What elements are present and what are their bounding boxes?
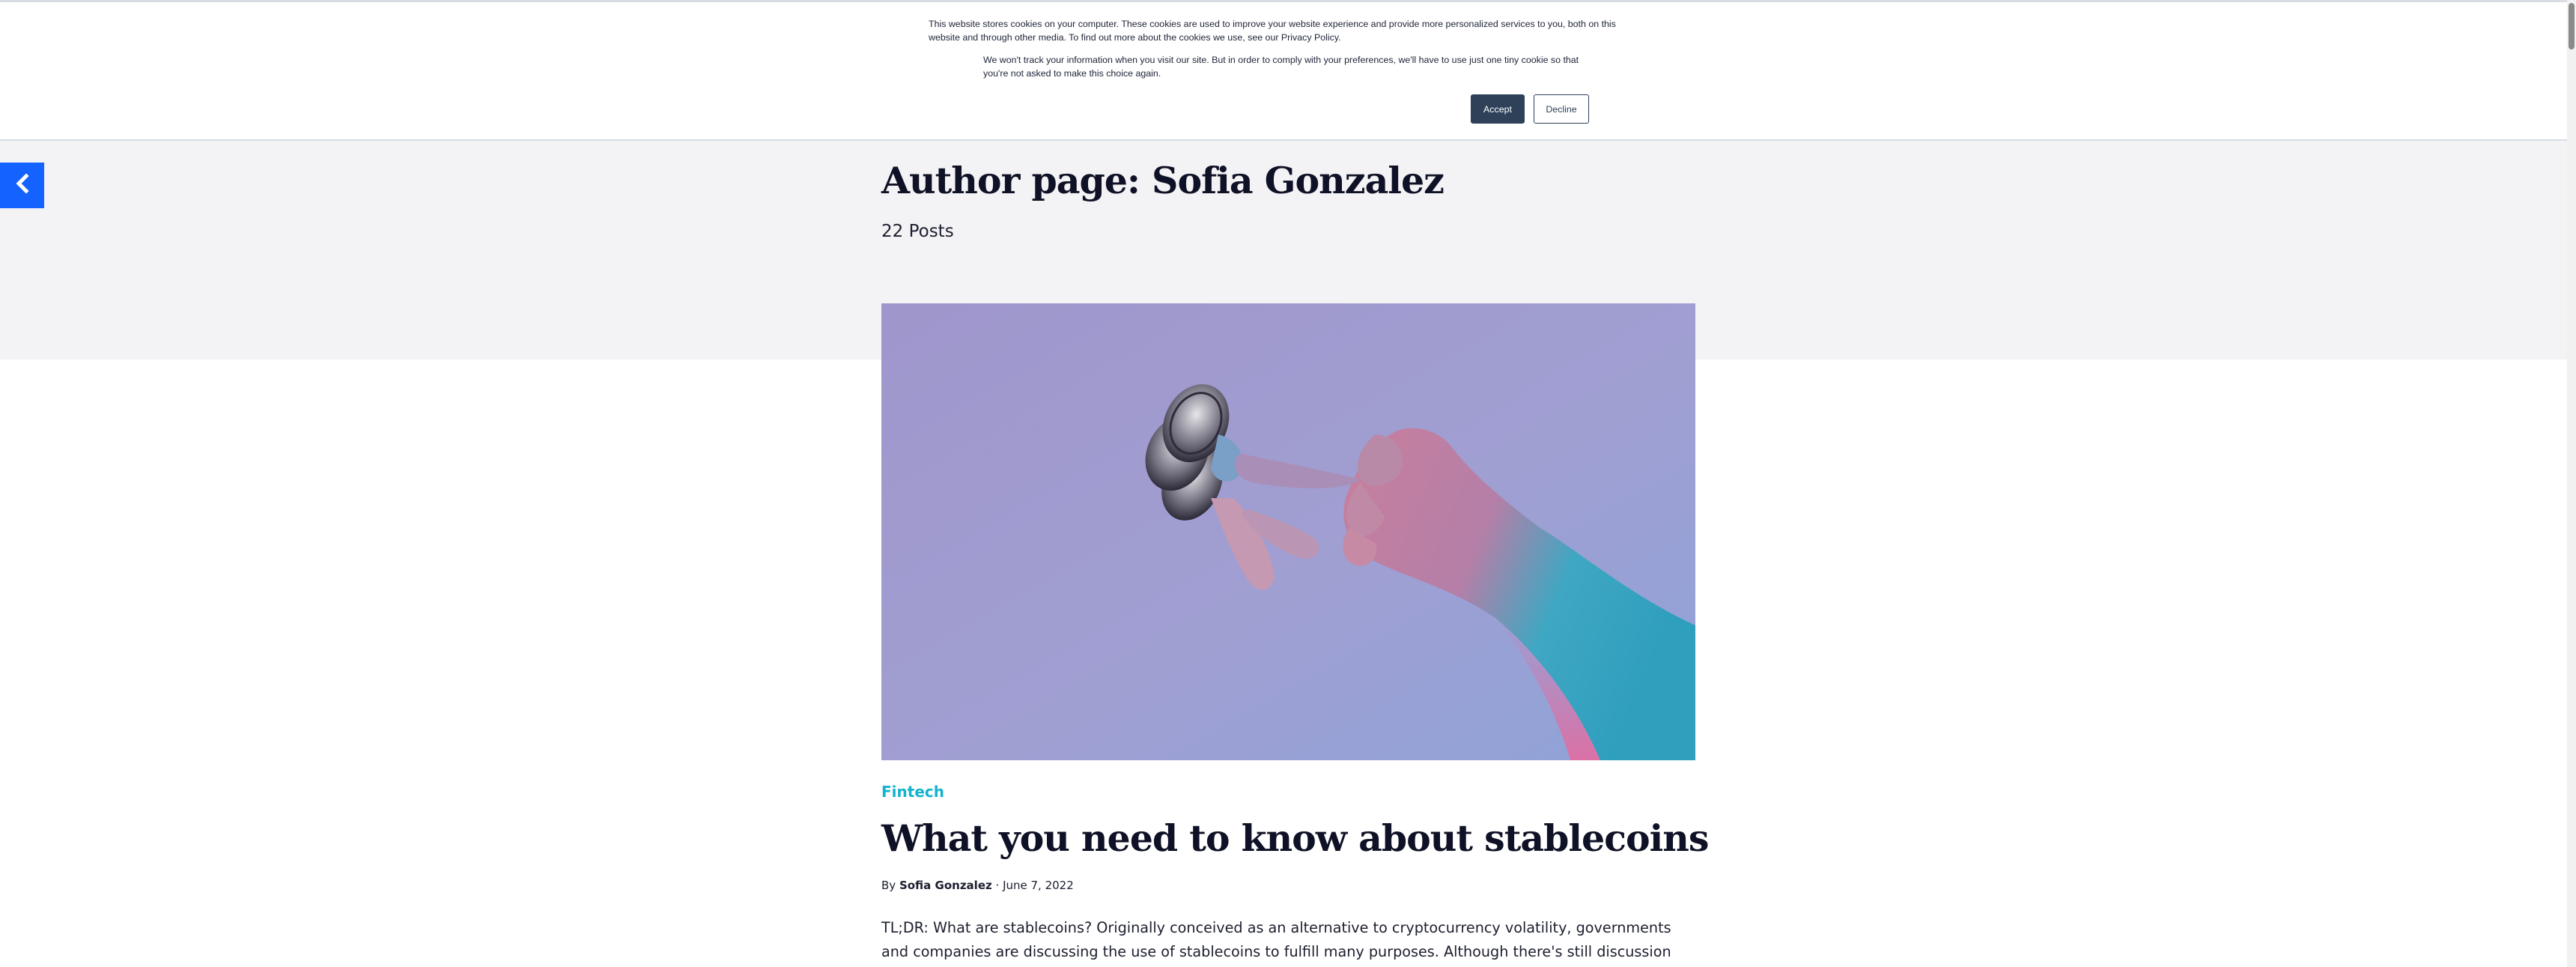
post-count: 22 Posts <box>881 222 954 241</box>
category-link[interactable]: Fintech <box>881 783 944 801</box>
cookie-notice-text: This website stores cookies on your comp… <box>929 19 1616 43</box>
cookie-banner: This website stores cookies on your comp… <box>0 0 2576 141</box>
page: This website stores cookies on your comp… <box>0 0 2576 967</box>
back-button[interactable] <box>0 163 44 208</box>
post-date: June 7, 2022 <box>1003 879 1074 892</box>
scrollbar[interactable] <box>2567 0 2576 967</box>
page-title: Author page: Sofia Gonzalez <box>881 159 1445 202</box>
post-featured-image[interactable] <box>881 303 1695 760</box>
chevron-left-icon <box>13 173 31 198</box>
decline-button[interactable]: Decline <box>1534 94 1589 124</box>
post-excerpt: TL;DR: What are stablecoins? Originally … <box>881 919 1671 960</box>
accept-button[interactable]: Accept <box>1471 94 1525 124</box>
byline-prefix: By <box>881 879 896 892</box>
cookie-preference-text: We won't track your information when you… <box>983 55 1579 79</box>
byline-separator: · <box>995 879 1000 892</box>
author-link[interactable]: Sofia Gonzalez <box>899 879 992 892</box>
post-byline: By Sofia Gonzalez · June 7, 2022 <box>881 879 1074 892</box>
post-title[interactable]: What you need to know about stablecoins <box>881 816 1709 860</box>
scrollbar-thumb[interactable] <box>2569 3 2575 49</box>
